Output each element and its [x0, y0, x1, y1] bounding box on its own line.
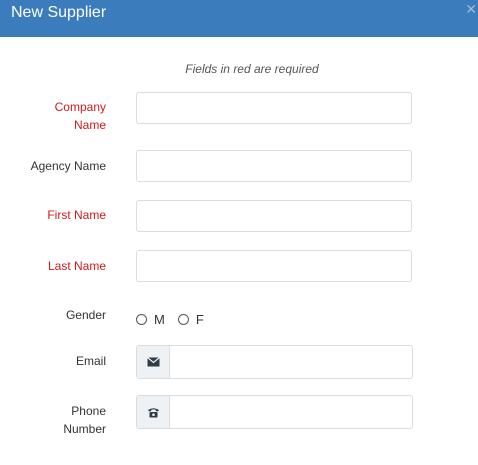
new-supplier-dialog: New Supplier ✕ Fields in red are require… [0, 0, 478, 465]
gender-radio-group: M F [136, 312, 217, 327]
radio-circle-f[interactable] [177, 314, 189, 325]
company-name-label-line2: Name [73, 118, 106, 132]
company-name-label: Company Name [0, 98, 106, 134]
radio-circle-m[interactable] [136, 314, 147, 325]
first-name-label: First Name [47, 208, 106, 222]
phone-icon [137, 396, 170, 428]
first-name-input[interactable] [136, 200, 412, 232]
email-input[interactable] [170, 346, 412, 378]
dialog-title: New Supplier [11, 4, 107, 21]
agency-name-label: Agency Name [30, 159, 106, 173]
phone-number-label: Phone Number [0, 402, 106, 438]
phone-input[interactable] [170, 396, 412, 428]
gender-label: Gender [65, 308, 106, 322]
close-icon[interactable]: ✕ [465, 2, 477, 16]
gender-option-m-label: M [154, 312, 165, 327]
envelope-icon [137, 346, 170, 378]
agency-name-input[interactable] [136, 150, 412, 182]
phone-label-line1: Phone [71, 404, 106, 418]
required-fields-note: Fields in red are required [185, 62, 319, 76]
last-name-input[interactable] [136, 250, 412, 282]
gender-option-f-label: F [195, 312, 204, 327]
company-name-label-line1: Company [54, 100, 106, 114]
phone-field-group [136, 395, 413, 429]
company-name-input[interactable] [136, 92, 412, 124]
email-field-group [136, 345, 413, 379]
email-label: Email [75, 354, 106, 368]
gender-radio-f[interactable]: F [177, 312, 204, 327]
dialog-header: New Supplier ✕ [0, 0, 478, 37]
phone-label-line2: Number [63, 422, 106, 436]
last-name-label: Last Name [47, 259, 106, 273]
gender-radio-m[interactable]: M [136, 312, 165, 327]
